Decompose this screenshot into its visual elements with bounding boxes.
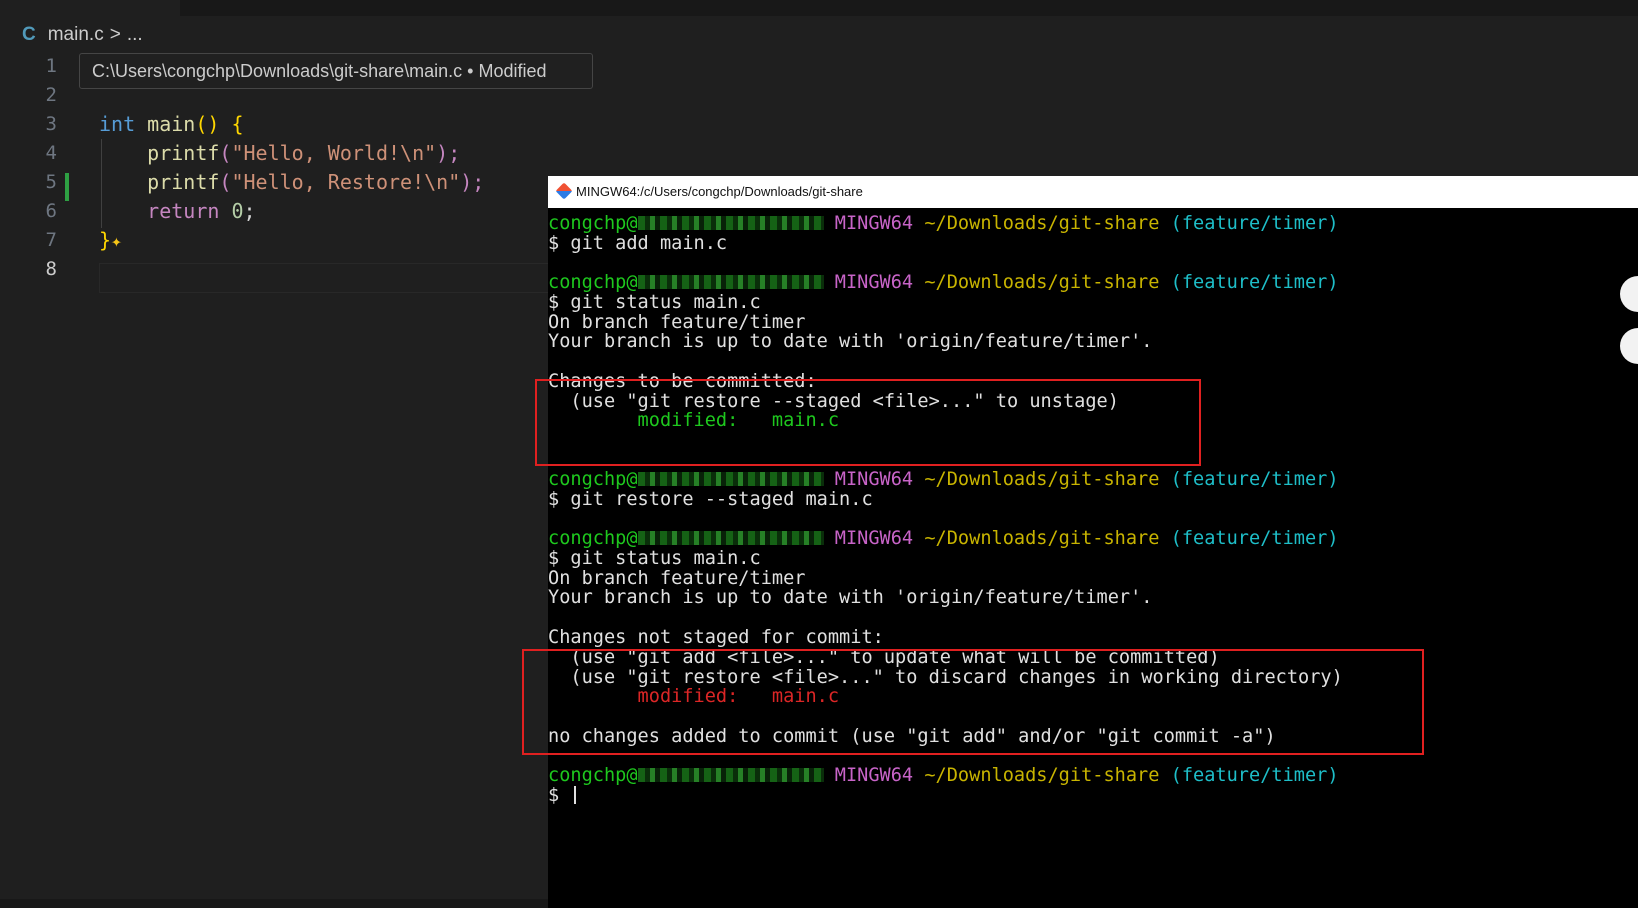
prompt-path: ~/Downloads/git-share [924, 469, 1160, 490]
output-line: Your branch is up to date with 'origin/f… [548, 331, 1153, 352]
modified-line-indicator[interactable] [65, 173, 69, 201]
current-line-highlight [99, 263, 549, 293]
prompt-line: congchp@ MINGW64 ~/Downloads/git-share (… [548, 470, 1339, 490]
terminal-title-bar[interactable]: MINGW64:/c/Users/congchp/Downloads/git-s… [548, 176, 1638, 208]
punctuation: ); [436, 141, 461, 165]
command-line: $ git add main.c [548, 233, 728, 254]
file-path-tooltip: C:\Users\congchp\Downloads\git-share\mai… [79, 53, 593, 89]
output-line: On branch feature/timer [548, 312, 806, 333]
prompt-host: MINGW64 [834, 272, 914, 293]
chevron-right-icon: > [109, 24, 121, 45]
editor-tab-strip [0, 0, 1638, 16]
command-line: $ git status main.c [548, 292, 761, 313]
git-icon [555, 182, 573, 200]
code-line-6: return 0; [99, 196, 256, 226]
prompt-branch: (feature/timer) [1170, 213, 1339, 234]
line-number: 2 [45, 84, 57, 106]
function-name: printf [147, 141, 220, 165]
prompt-dollar: $ [548, 785, 571, 806]
prompt-path: ~/Downloads/git-share [924, 213, 1160, 234]
prompt-host: MINGW64 [834, 765, 914, 786]
punctuation: ); [460, 170, 485, 194]
code-line-5: printf("Hello, Restore!\n"); [99, 167, 484, 197]
prompt-branch: (feature/timer) [1170, 765, 1339, 786]
prompt-host: MINGW64 [834, 469, 914, 490]
keyword: return [147, 199, 220, 223]
prompt-line: congchp@ MINGW64 ~/Downloads/git-share (… [548, 529, 1339, 549]
punctuation: } [99, 228, 112, 252]
redacted-hostname [637, 275, 824, 289]
prompt-line: congchp@ MINGW64 ~/Downloads/git-share (… [548, 273, 1339, 293]
side-panel-tab[interactable] [1620, 328, 1638, 364]
text-cursor [574, 786, 577, 804]
active-tab[interactable] [0, 0, 180, 16]
code-line-3: int main() { [99, 109, 244, 139]
prompt-host: MINGW64 [834, 528, 914, 549]
line-number: 1 [45, 55, 57, 77]
sparkle-icon[interactable]: ✦ [111, 231, 122, 252]
command-line: $ git restore --staged main.c [548, 489, 873, 510]
terminal-title: MINGW64:/c/Users/congchp/Downloads/git-s… [576, 184, 863, 199]
code-line-4: printf("Hello, World!\n"); [99, 138, 460, 168]
redacted-hostname [637, 472, 824, 486]
breadcrumb-ellipsis[interactable]: ... [127, 24, 143, 46]
punctuation: ; [243, 199, 256, 223]
redacted-hostname [637, 531, 824, 545]
prompt-user: congchp@ [548, 469, 638, 490]
prompt-line: congchp@ MINGW64 ~/Downloads/git-share (… [548, 214, 1339, 234]
line-number: 3 [45, 113, 57, 135]
mingw64-terminal-window[interactable]: MINGW64:/c/Users/congchp/Downloads/git-s… [522, 176, 1638, 908]
status-strip [0, 899, 548, 908]
string-literal: "Hello, Restore!\n" [231, 170, 461, 194]
side-panel-tab[interactable] [1620, 276, 1638, 312]
breadcrumb: C main.c > ... [22, 20, 143, 50]
punctuation: ( [219, 141, 232, 165]
breadcrumb-file[interactable]: main.c [48, 24, 104, 46]
function-name: printf [147, 170, 220, 194]
c-file-icon: C [22, 24, 36, 45]
prompt-path: ~/Downloads/git-share [924, 528, 1160, 549]
output-line: Changes not staged for commit: [548, 627, 884, 648]
line-number-active: 8 [45, 258, 57, 280]
prompt-branch: (feature/timer) [1170, 469, 1339, 490]
number-literal: 0 [231, 199, 244, 223]
redacted-hostname [637, 768, 824, 782]
punctuation: () { [195, 112, 244, 136]
prompt-branch: (feature/timer) [1170, 272, 1339, 293]
function-name: main [147, 112, 196, 136]
line-number: 4 [45, 142, 57, 164]
string-literal: "Hello, World!\n" [231, 141, 437, 165]
keyword: int [99, 112, 136, 136]
code-line-7: }✦ [99, 225, 122, 255]
prompt-host: MINGW64 [834, 213, 914, 234]
unstaged-changes-highlight-box [522, 649, 1424, 755]
prompt-branch: (feature/timer) [1170, 528, 1339, 549]
command-line: $ git status main.c [548, 548, 761, 569]
prompt-user: congchp@ [548, 272, 638, 293]
punctuation: ( [219, 170, 232, 194]
prompt-user: congchp@ [548, 528, 638, 549]
prompt-user: congchp@ [548, 213, 638, 234]
line-number: 7 [45, 229, 57, 251]
prompt-path: ~/Downloads/git-share [924, 272, 1160, 293]
output-line: On branch feature/timer [548, 568, 806, 589]
line-number: 6 [45, 200, 57, 222]
staged-changes-highlight-box [535, 379, 1201, 466]
prompt-user: congchp@ [548, 765, 638, 786]
output-line: Your branch is up to date with 'origin/f… [548, 587, 1153, 608]
input-line[interactable]: $ [548, 785, 577, 806]
prompt-line: congchp@ MINGW64 ~/Downloads/git-share (… [548, 766, 1339, 786]
line-number: 5 [45, 171, 57, 193]
redacted-hostname [637, 216, 824, 230]
prompt-path: ~/Downloads/git-share [924, 765, 1160, 786]
